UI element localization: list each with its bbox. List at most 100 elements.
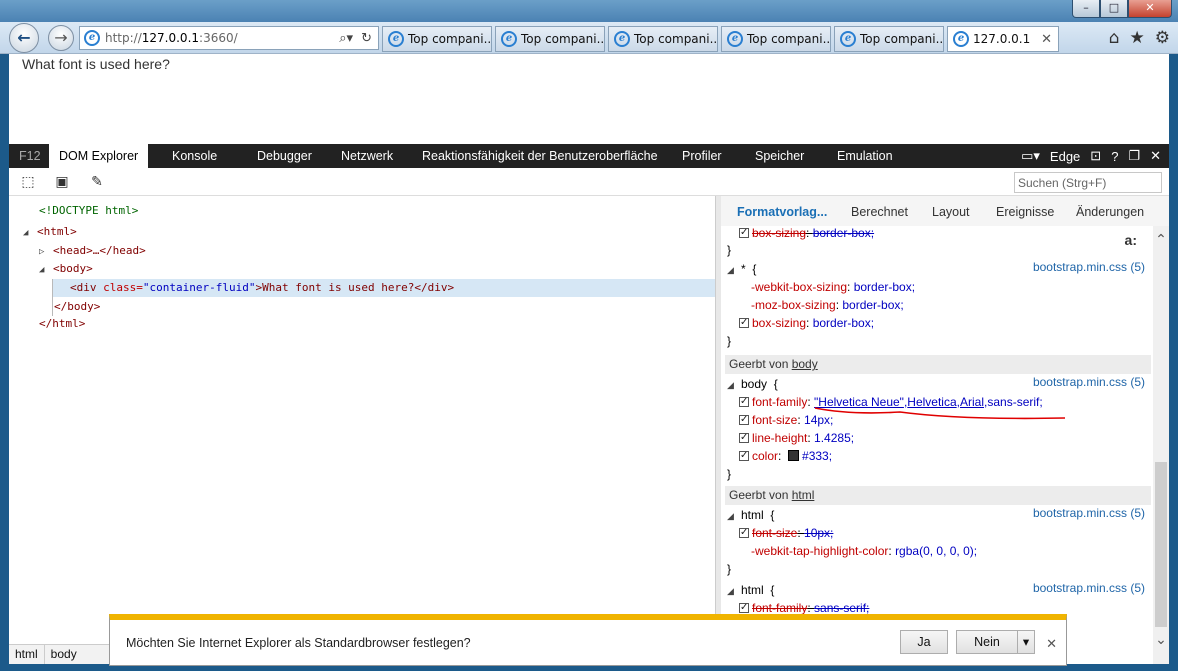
browser-tab[interactable]: e Top compani... [721, 26, 831, 52]
dom-node-head[interactable]: ▷ <head>…</head> [39, 242, 146, 260]
inherited-link[interactable]: body [792, 357, 818, 371]
collapse-arrow-icon[interactable]: ◢ [727, 261, 741, 279]
collapse-arrow-icon[interactable]: ◢ [727, 582, 741, 600]
style-property[interactable]: -webkit-box-sizing: border-box; [751, 278, 1153, 296]
yes-button[interactable]: Ja [900, 630, 948, 654]
no-button[interactable]: Nein [956, 630, 1018, 654]
ie-icon: e [840, 31, 856, 47]
search-icon[interactable]: ⌕▾ [339, 31, 353, 46]
tab-ui-responsiveness[interactable]: Reaktionsfähigkeit der Benutzeroberfläch… [412, 144, 668, 168]
minimize-button[interactable]: – [1072, 0, 1100, 18]
maximize-button[interactable]: □ [1100, 0, 1128, 18]
checkbox[interactable] [739, 393, 749, 411]
tab-label: Top compani... [521, 32, 605, 46]
document-mode[interactable]: Edge [1050, 149, 1080, 164]
tab-memory[interactable]: Speicher [745, 144, 814, 168]
ie-icon: e [727, 31, 743, 47]
close-notification-icon[interactable]: ✕ [1046, 636, 1057, 652]
tab-label: 127.0.0.1 [973, 32, 1031, 46]
devtools-toolbar: ⬚ ▣ ✎ [9, 168, 1169, 196]
home-icon[interactable]: ⌂ [1109, 28, 1120, 48]
dom-doctype[interactable]: <!DOCTYPE html> [39, 202, 138, 220]
tab-label: Top compani... [860, 32, 944, 46]
collapse-arrow-icon[interactable]: ◢ [727, 376, 741, 394]
rule-source-link[interactable]: bootstrap.min.css (5) [1033, 375, 1145, 389]
dom-node-div[interactable]: <div class="container-fluid">What font i… [70, 279, 454, 297]
close-devtools-icon[interactable]: ✕ [1150, 148, 1161, 164]
ie-icon: e [388, 31, 404, 47]
undock-icon[interactable]: ❐ [1128, 148, 1140, 164]
favorites-star-icon[interactable]: ★ [1130, 28, 1145, 48]
tab-emulation[interactable]: Emulation [827, 144, 903, 168]
style-property[interactable]: box-sizing: border-box; [739, 226, 1153, 242]
checkbox[interactable] [739, 314, 749, 332]
back-button[interactable]: ← [9, 23, 39, 53]
browser-tab-active[interactable]: e 127.0.0.1 ✕ [947, 26, 1059, 52]
tab-debugger[interactable]: Debugger [247, 144, 322, 168]
dom-node-body[interactable]: ◢ <body> [39, 260, 93, 278]
dom-node-html[interactable]: ◢ <html> [23, 223, 77, 241]
color-swatch[interactable] [788, 450, 800, 461]
browser-tab[interactable]: e Top compani... [382, 26, 492, 52]
help-icon[interactable]: ? [1111, 149, 1118, 164]
devtools-right-controls: ▭▾ Edge ⊡ ? ❐ ✕ [1021, 144, 1161, 168]
checkbox[interactable] [739, 429, 749, 447]
color-picker-icon[interactable]: ✎ [88, 173, 106, 191]
tab-computed[interactable]: Berechnet [851, 205, 908, 219]
breadcrumb-item[interactable]: body [45, 645, 83, 664]
rule-source-link[interactable]: bootstrap.min.css (5) [1033, 581, 1145, 595]
dom-body-close[interactable]: </body> [54, 298, 100, 316]
settings-gear-icon[interactable]: ⚙ [1155, 28, 1170, 48]
address-bar[interactable]: e http:// 127.0.0.1 :3660/ ⌕▾ ↻ [79, 26, 379, 50]
checkbox[interactable] [739, 411, 749, 429]
checkbox[interactable] [739, 226, 749, 242]
tab-network[interactable]: Netzwerk [331, 144, 403, 168]
no-dropdown-chevron-icon[interactable]: ▾ [1017, 630, 1035, 654]
rule-source-link[interactable]: bootstrap.min.css (5) [1033, 260, 1145, 274]
search-input[interactable] [1014, 172, 1162, 193]
checkbox[interactable] [739, 524, 749, 542]
style-property[interactable]: box-sizing: border-box; [739, 314, 1153, 332]
style-property[interactable]: font-size: 14px; [739, 411, 1153, 429]
browser-tab[interactable]: e Top compani... [834, 26, 944, 52]
expand-arrow-icon[interactable]: ▷ [39, 243, 53, 261]
inherited-link[interactable]: html [792, 488, 815, 502]
tab-changes[interactable]: Änderungen [1076, 205, 1144, 219]
style-property[interactable]: line-height: 1.4285; [739, 429, 1153, 447]
style-property[interactable]: font-size: 10px; [739, 524, 1153, 542]
collapse-arrow-icon[interactable]: ◢ [727, 507, 741, 525]
scrollbar-thumb[interactable] [1155, 462, 1167, 627]
scroll-down-icon[interactable]: ⌄ [1153, 632, 1169, 648]
tab-console[interactable]: Konsole [162, 144, 227, 168]
style-property-font-family[interactable]: font-family: "Helvetica Neue",Helvetica,… [739, 393, 1153, 411]
close-window-button[interactable]: ✕ [1128, 0, 1172, 18]
checkbox[interactable] [739, 599, 749, 617]
style-property[interactable]: -moz-box-sizing: border-box; [751, 296, 1153, 314]
refresh-icon[interactable]: ↻ [361, 31, 372, 46]
window-titlebar: – □ ✕ [0, 0, 1178, 22]
scroll-up-icon[interactable]: ⌃ [1153, 232, 1169, 248]
highlight-element-icon[interactable]: ▣ [53, 173, 71, 191]
collapse-arrow-icon[interactable]: ◢ [23, 224, 37, 242]
console-toggle-icon[interactable]: ⊡ [1090, 148, 1101, 164]
tab-dom-explorer[interactable]: DOM Explorer [49, 144, 149, 168]
breadcrumb-item[interactable]: html [9, 645, 45, 664]
forward-button[interactable]: → [48, 25, 74, 51]
tab-profiler[interactable]: Profiler [672, 144, 732, 168]
select-element-icon[interactable]: ⬚ [19, 173, 37, 191]
style-property[interactable]: color: #333; [739, 447, 1153, 465]
monitor-icon[interactable]: ▭▾ [1021, 148, 1040, 164]
styles-scrollbar[interactable]: ⌃ ⌄ [1153, 226, 1169, 664]
tab-styles[interactable]: Formatvorlag... [737, 205, 827, 219]
ie-icon: e [501, 31, 517, 47]
rule-source-link[interactable]: bootstrap.min.css (5) [1033, 506, 1145, 520]
browser-tab[interactable]: e Top compani... [608, 26, 718, 52]
tab-events[interactable]: Ereignisse [996, 205, 1054, 219]
tab-layout[interactable]: Layout [932, 205, 970, 219]
close-tab-icon[interactable]: ✕ [1041, 32, 1052, 47]
style-property[interactable]: -webkit-tap-highlight-color: rgba(0, 0, … [751, 542, 1153, 560]
checkbox[interactable] [739, 447, 749, 465]
dom-html-close[interactable]: </html> [39, 315, 85, 333]
browser-tab[interactable]: e Top compani... [495, 26, 605, 52]
collapse-arrow-icon[interactable]: ◢ [39, 261, 53, 279]
